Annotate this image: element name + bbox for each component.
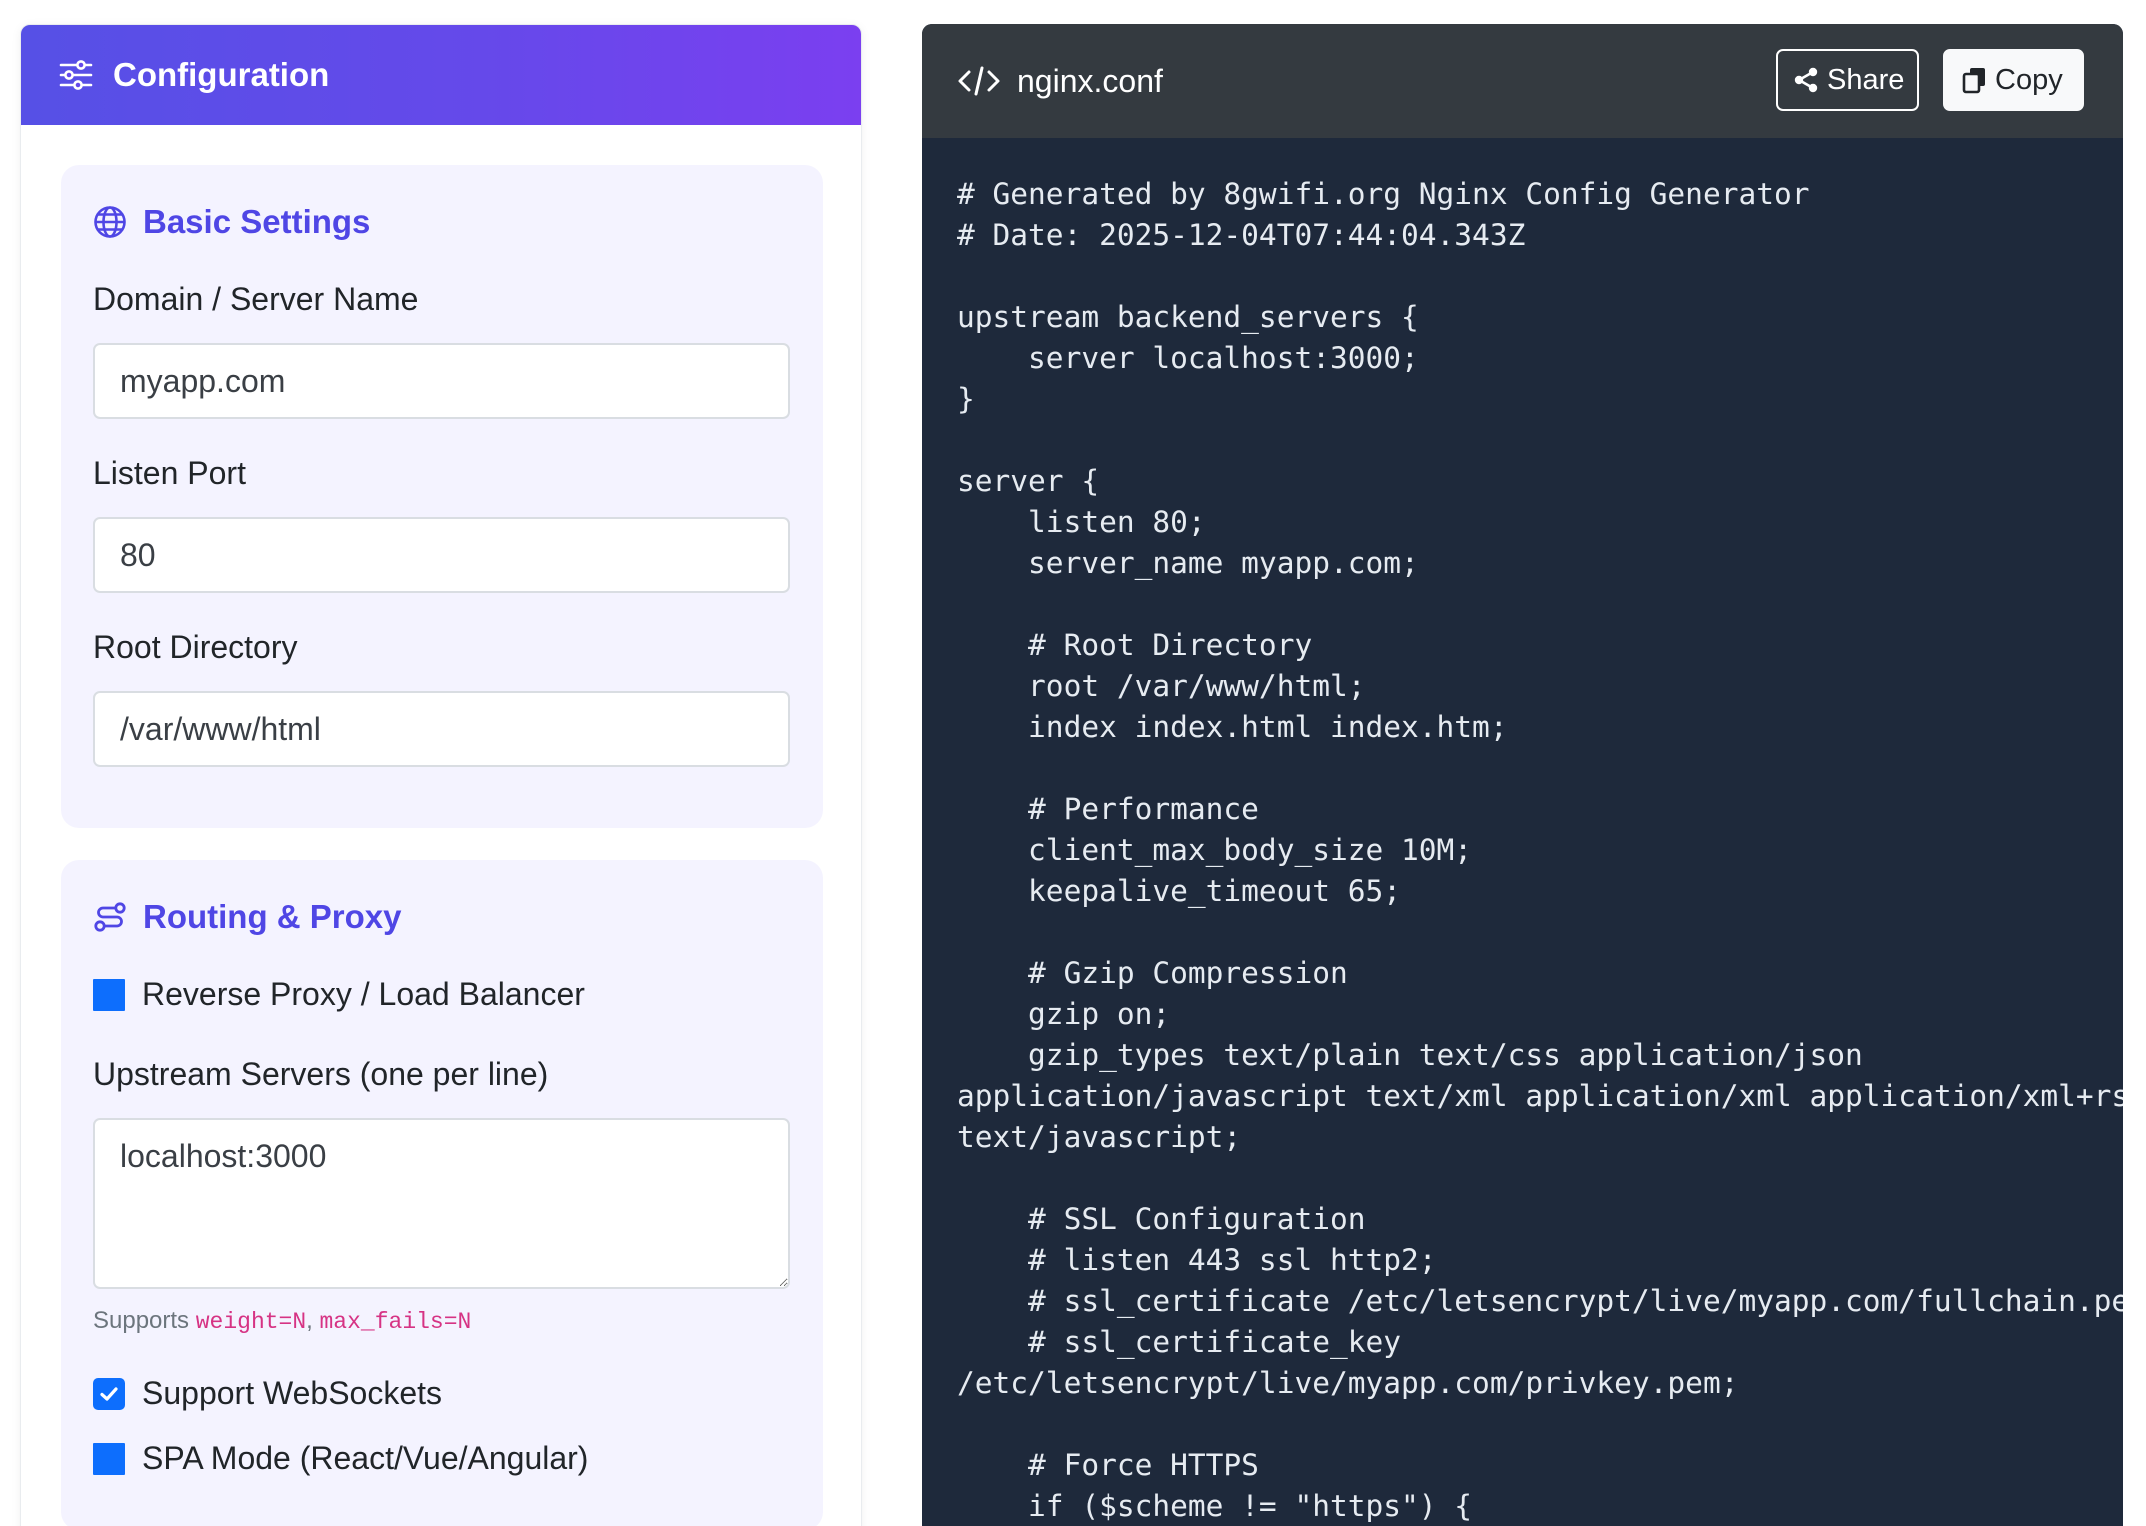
spa-mode-checkbox[interactable]	[93, 1442, 125, 1475]
code-panel: nginx.conf Share Copy # Generated by 8gw…	[922, 24, 2123, 1526]
configuration-title: Configuration	[113, 56, 330, 93]
reverse-proxy-checkbox-row[interactable]: Reverse Proxy / Load Balancer	[93, 976, 585, 1013]
copy-label: Copy	[1995, 63, 2063, 96]
reverse-proxy-checkbox[interactable]	[93, 978, 125, 1011]
code-body: # Generated by 8gwifi.org Nginx Config G…	[922, 138, 2123, 1526]
basic-settings-title: Basic Settings	[143, 203, 371, 240]
domain-input[interactable]	[93, 343, 790, 419]
port-label: Listen Port	[93, 455, 246, 491]
routing-proxy-heading: Routing & Proxy	[93, 898, 402, 936]
spa-mode-label: SPA Mode (React/Vue/Angular)	[142, 1440, 589, 1476]
help-code-weight: weight=N	[195, 1309, 307, 1335]
basic-settings-section: Basic Settings Domain / Server Name List…	[61, 165, 823, 828]
websockets-checkbox[interactable]	[93, 1377, 125, 1410]
config-code-block: # Generated by 8gwifi.org Nginx Config G…	[957, 177, 2123, 1523]
root-directory-input[interactable]	[93, 691, 790, 767]
upstream-servers-textarea[interactable]: localhost:3000	[93, 1118, 790, 1289]
help-code-max-fails: max_fails=N	[319, 1309, 472, 1335]
route-icon	[94, 902, 126, 932]
help-separator: ,	[306, 1307, 320, 1334]
websockets-label: Support WebSockets	[142, 1375, 443, 1411]
reverse-proxy-label: Reverse Proxy / Load Balancer	[142, 976, 585, 1012]
configuration-card: Configuration Basic Settings Domain / Se…	[20, 24, 862, 1526]
port-input[interactable]	[93, 517, 790, 593]
share-label: Share	[1827, 63, 1905, 96]
copy-icon	[1962, 68, 1985, 94]
help-prefix: Supports	[93, 1307, 196, 1334]
filename: nginx.conf	[1017, 62, 1163, 99]
globe-icon	[94, 206, 126, 238]
share-button[interactable]: Share	[1776, 49, 1919, 111]
websockets-checkbox-row[interactable]: Support WebSockets	[93, 1375, 442, 1412]
upstream-help-text: Supports weight=N, max_fails=N	[93, 1307, 471, 1335]
configuration-header: Configuration	[21, 25, 861, 125]
sliders-icon	[59, 60, 93, 90]
routing-proxy-title: Routing & Proxy	[143, 898, 402, 935]
basic-settings-heading: Basic Settings	[93, 203, 370, 241]
code-icon	[958, 66, 1000, 96]
check-icon	[100, 1386, 118, 1401]
root-directory-label: Root Directory	[93, 629, 298, 665]
share-icon	[1794, 67, 1818, 93]
upstream-servers-label: Upstream Servers (one per line)	[93, 1056, 549, 1092]
domain-label: Domain / Server Name	[93, 281, 419, 317]
code-header: nginx.conf Share Copy	[922, 24, 2123, 138]
spa-mode-checkbox-row[interactable]: SPA Mode (React/Vue/Angular)	[93, 1440, 588, 1477]
copy-button[interactable]: Copy	[1943, 49, 2084, 111]
routing-proxy-section: Routing & Proxy Reverse Proxy / Load Bal…	[61, 860, 823, 1526]
